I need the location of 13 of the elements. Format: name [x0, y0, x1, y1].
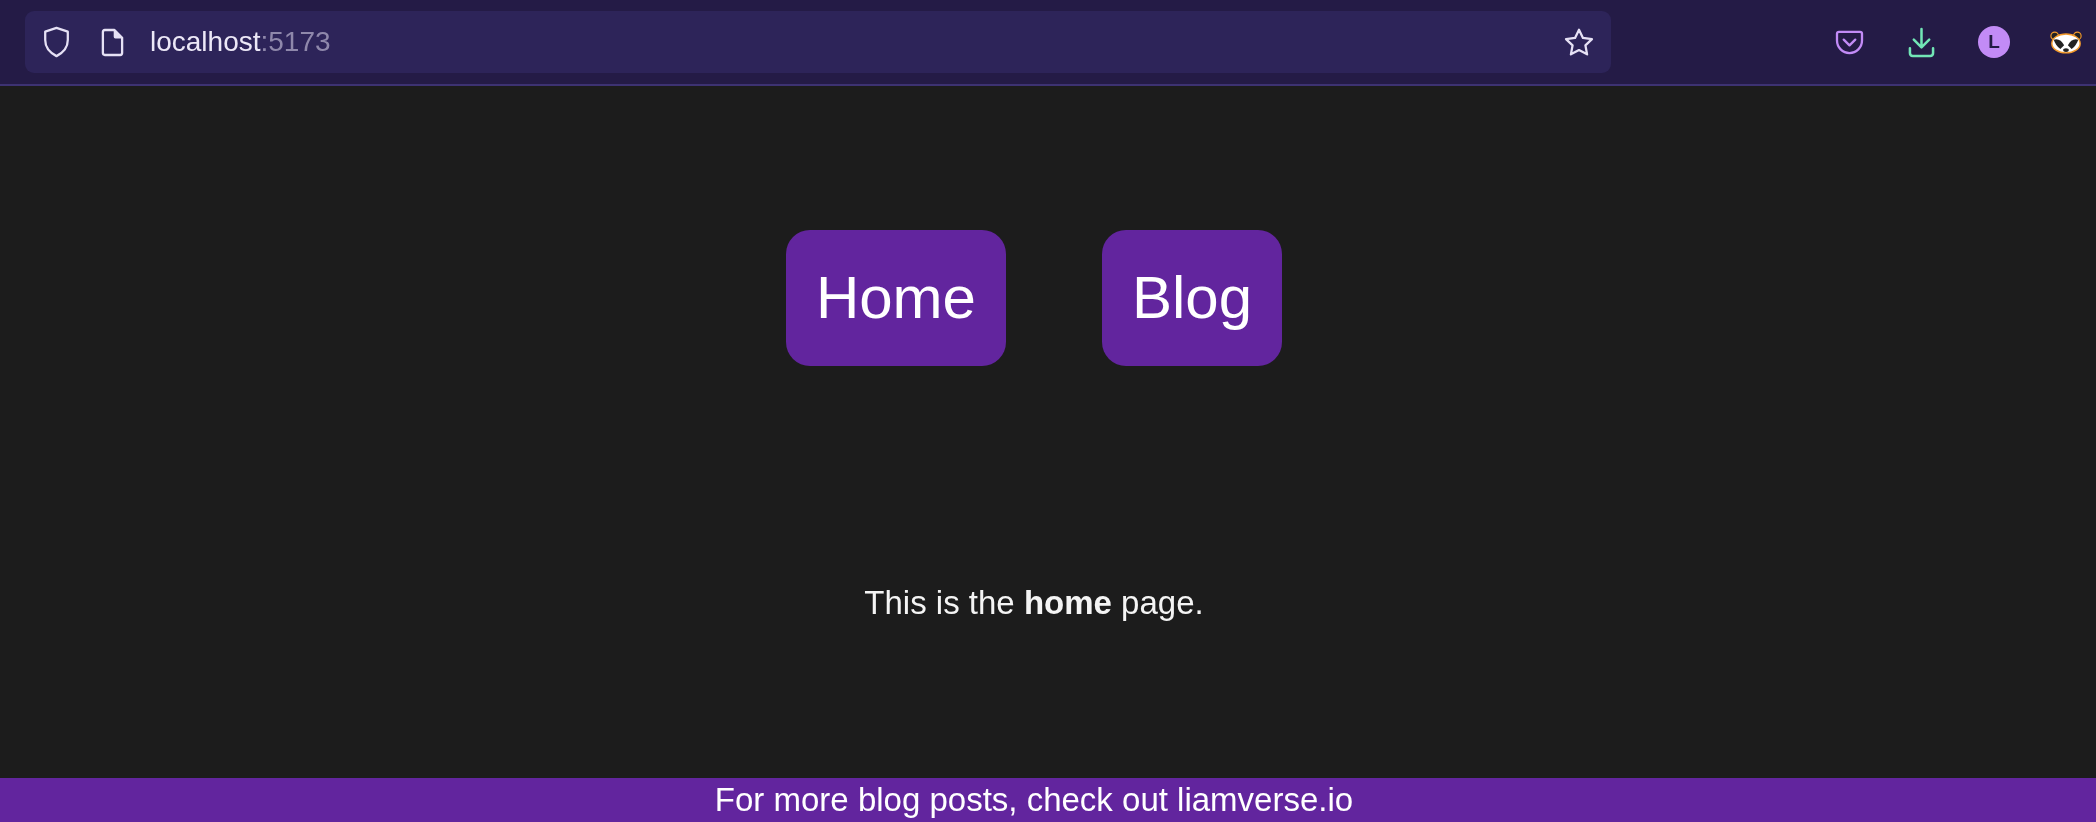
- nav-button[interactable]: Home: [785, 230, 1006, 366]
- shield-icon[interactable]: [42, 26, 71, 58]
- footer-text: For more blog posts, check out liamverse.io: [714, 780, 1354, 820]
- chevron-shield-icon[interactable]: [1835, 29, 1864, 55]
- page-icon: [100, 27, 125, 57]
- page-message: This is the home page.: [864, 583, 1204, 623]
- nav-button[interactable]: Blog: [1102, 230, 1283, 366]
- animal-face-icon[interactable]: [2049, 29, 2083, 55]
- address-bar[interactable]: localhost:5173: [25, 11, 1611, 73]
- star-icon[interactable]: [1563, 26, 1595, 58]
- profile-avatar[interactable]: L: [1978, 26, 2010, 58]
- download-icon[interactable]: [1908, 26, 1935, 58]
- url-text[interactable]: localhost:5173: [150, 25, 331, 59]
